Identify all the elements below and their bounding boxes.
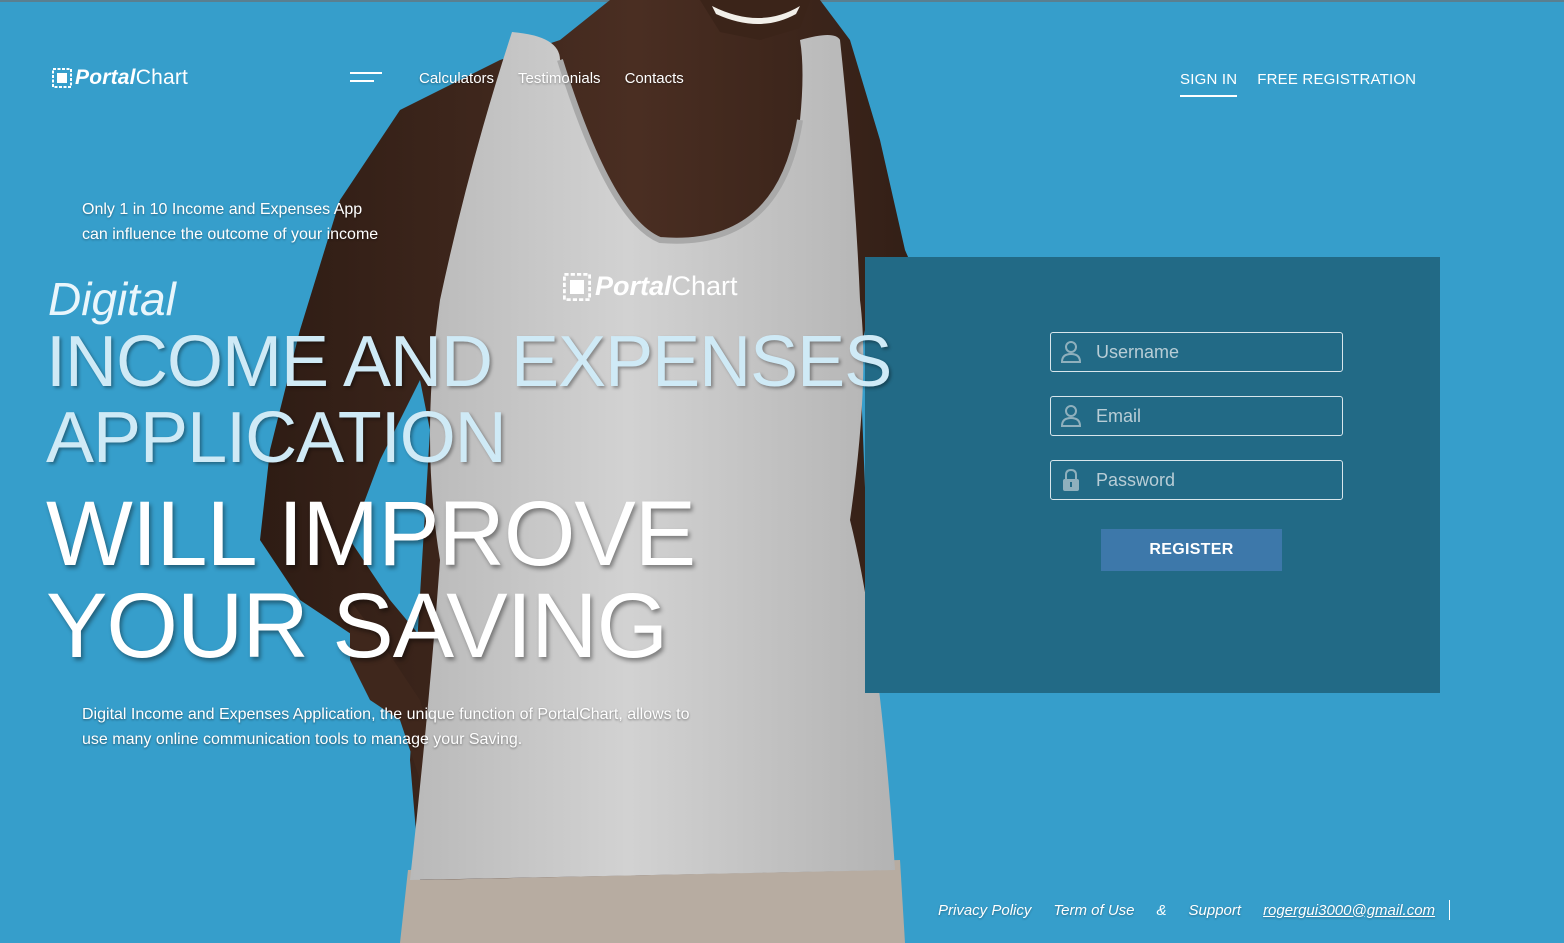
- menu-line: [350, 80, 374, 82]
- user-icon: [1060, 341, 1082, 363]
- email-field[interactable]: [1050, 396, 1343, 436]
- user-icon: [1060, 405, 1082, 427]
- hero-headline: INCOME AND EXPENSES APPLICATION: [46, 324, 946, 476]
- registration-panel: REGISTER: [865, 257, 1440, 693]
- support-link[interactable]: Support: [1189, 902, 1242, 919]
- footer-ampersand: &: [1156, 901, 1167, 919]
- footer-links: Privacy Policy Term of Use & Support rog…: [938, 900, 1451, 920]
- auth-links: SIGN IN FREE REGISTRATION: [1180, 71, 1416, 97]
- headline-emphasis-line: WILL IMPROVE: [46, 483, 696, 585]
- nav-contacts[interactable]: Contacts: [625, 70, 684, 87]
- nav-testimonials[interactable]: Testimonials: [518, 70, 601, 87]
- hero-digital-label: Digital: [48, 273, 176, 325]
- shirt-logo-regular: Chart: [671, 271, 738, 301]
- free-registration-link[interactable]: FREE REGISTRATION: [1257, 71, 1416, 97]
- email-input[interactable]: [1094, 404, 1328, 428]
- brand-name: PortalChart: [75, 66, 188, 90]
- footer-divider: [1449, 900, 1451, 920]
- username-field[interactable]: [1050, 332, 1343, 372]
- terms-of-use-link[interactable]: Term of Use: [1053, 902, 1134, 919]
- tagline-line: Only 1 in 10 Income and Expenses App: [82, 201, 363, 218]
- logo-mark-icon: [52, 68, 72, 88]
- privacy-policy-link[interactable]: Privacy Policy: [938, 902, 1031, 919]
- brand-name-regular: Chart: [135, 66, 189, 89]
- headline-emphasis-line: YOUR SAVING: [46, 575, 668, 677]
- brand-logo[interactable]: PortalChart: [52, 66, 188, 90]
- brand-name-bold: Portal: [75, 66, 136, 89]
- shirt-logo: PortalChart: [563, 271, 738, 302]
- menu-line: [350, 72, 382, 74]
- main-nav: Calculators Testimonials Contacts: [419, 70, 684, 87]
- register-button[interactable]: REGISTER: [1101, 529, 1282, 571]
- headline-line: INCOME AND EXPENSES: [46, 322, 892, 402]
- hero-description: Digital Income and Expenses Application,…: [82, 702, 702, 752]
- password-input[interactable]: [1094, 468, 1328, 492]
- username-input[interactable]: [1094, 340, 1328, 364]
- lock-icon: [1063, 468, 1079, 491]
- sign-in-link[interactable]: SIGN IN: [1180, 71, 1238, 97]
- hero-headline-emphasis: WILL IMPROVE YOUR SAVING: [46, 488, 846, 672]
- support-email-link[interactable]: rogergui3000@gmail.com: [1263, 902, 1435, 919]
- shirt-logo-bold: Portal: [595, 271, 672, 301]
- description-line: Digital Income and Expenses Application,…: [82, 706, 690, 723]
- nav-calculators[interactable]: Calculators: [419, 70, 494, 87]
- tagline: Only 1 in 10 Income and Expenses App can…: [82, 197, 412, 247]
- menu-toggle-button[interactable]: [350, 72, 382, 86]
- tagline-line: can influence the outcome of your income: [82, 226, 379, 243]
- headline-line: APPLICATION: [46, 398, 507, 478]
- password-field[interactable]: [1050, 460, 1343, 500]
- logo-mark-icon: [563, 272, 591, 301]
- description-line: use many online communication tools to m…: [82, 731, 523, 748]
